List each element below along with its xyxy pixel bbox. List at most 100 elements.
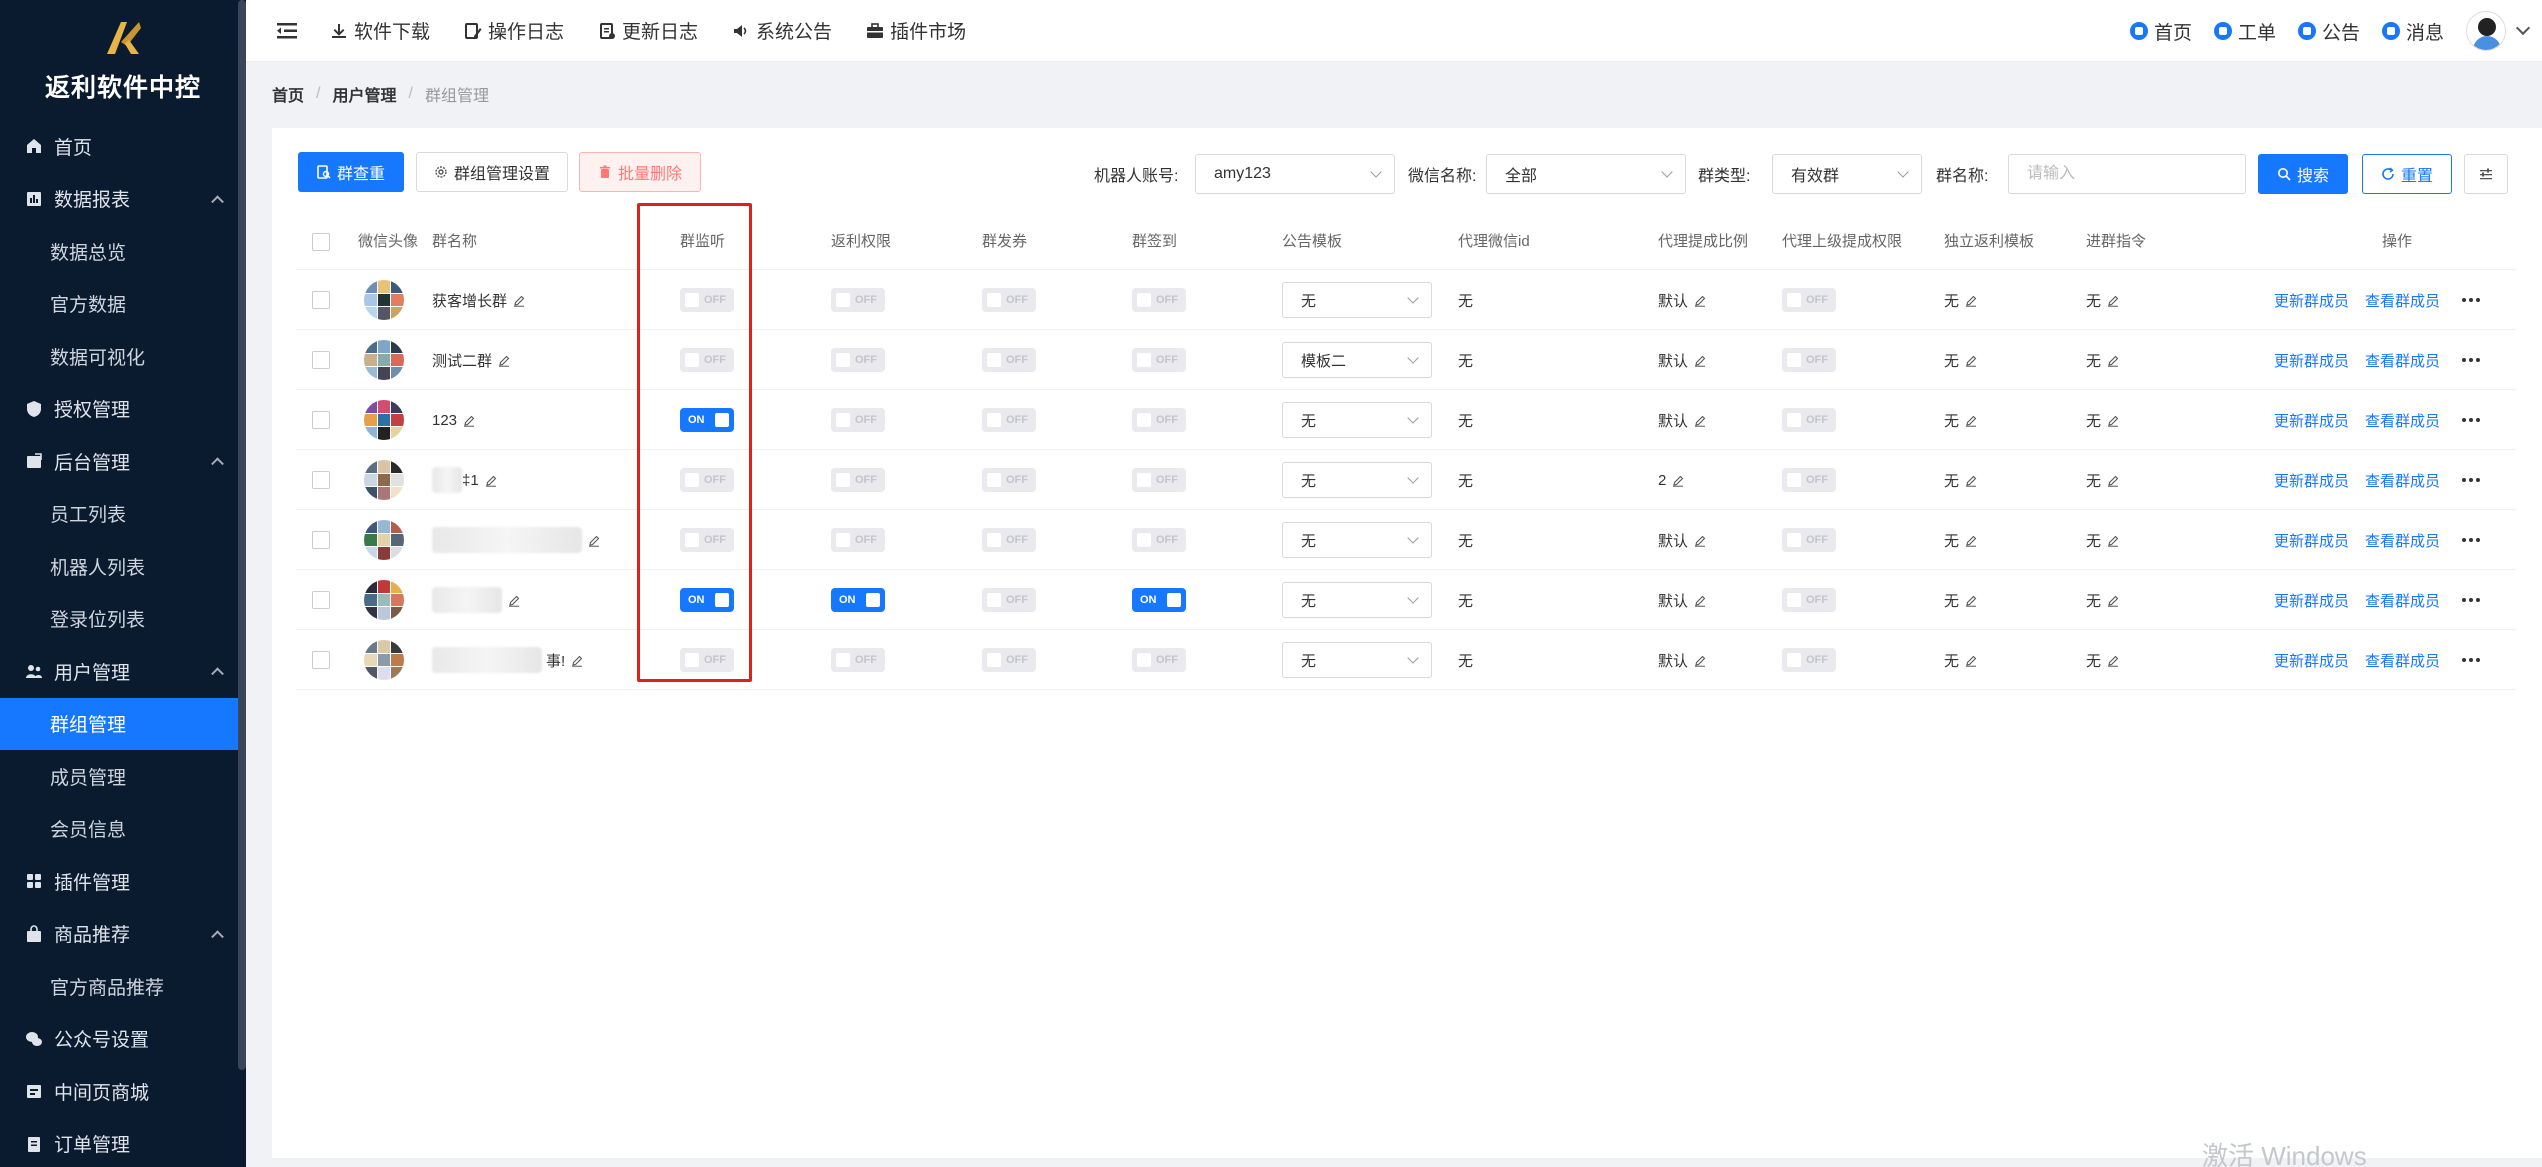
update-members-link[interactable]: 更新群成员: [2274, 590, 2349, 611]
row-checkbox[interactable]: [312, 351, 330, 369]
more-icon[interactable]: [2462, 418, 2481, 422]
edit-icon[interactable]: [1694, 294, 1706, 307]
edit-icon[interactable]: [498, 354, 510, 367]
coupon-switch[interactable]: OFF: [982, 288, 1036, 312]
edit-icon[interactable]: [1965, 414, 1977, 427]
edit-icon[interactable]: [463, 414, 475, 427]
signin-switch[interactable]: OFF: [1132, 468, 1186, 492]
rebate-switch[interactable]: OFF: [831, 288, 885, 312]
edit-icon[interactable]: [571, 654, 583, 667]
sidebar-item-12[interactable]: 成员管理: [0, 750, 246, 803]
sidebar-item-14[interactable]: 插件管理: [0, 855, 246, 908]
sidebar-item-7[interactable]: 员工列表: [0, 488, 246, 541]
select-all-checkbox[interactable]: [312, 233, 330, 251]
monitor-switch[interactable]: ON: [680, 588, 734, 612]
signin-switch[interactable]: OFF: [1132, 348, 1186, 372]
signin-switch[interactable]: OFF: [1132, 528, 1186, 552]
rebate-switch[interactable]: OFF: [831, 648, 885, 672]
wechat-name-select[interactable]: 全部: [1486, 154, 1686, 194]
more-icon[interactable]: [2462, 538, 2481, 542]
template-select[interactable]: 无: [1282, 642, 1432, 678]
update-members-link[interactable]: 更新群成员: [2274, 410, 2349, 431]
more-icon[interactable]: [2462, 478, 2481, 482]
sidebar-item-18[interactable]: 中间页商城: [0, 1065, 246, 1118]
coupon-switch[interactable]: OFF: [982, 648, 1036, 672]
sidebar-item-4[interactable]: 数据可视化: [0, 330, 246, 383]
edit-icon[interactable]: [1672, 474, 1684, 487]
sidebar-item-5[interactable]: 授权管理: [0, 383, 246, 436]
rebate-switch[interactable]: OFF: [831, 528, 885, 552]
header-notice-link[interactable]: 公告: [2297, 18, 2360, 45]
signin-switch[interactable]: OFF: [1132, 288, 1186, 312]
nav-system-notice[interactable]: 系统公告: [732, 17, 832, 44]
edit-icon[interactable]: [1965, 474, 1977, 487]
edit-icon[interactable]: [2107, 354, 2119, 367]
rebate-switch[interactable]: ON: [831, 588, 885, 612]
coupon-switch[interactable]: OFF: [982, 468, 1036, 492]
upper-permission-switch[interactable]: OFF: [1782, 648, 1836, 672]
batch-delete-button[interactable]: 批量删除: [579, 152, 701, 192]
breadcrumb-section[interactable]: 用户管理: [332, 82, 396, 106]
column-filter-button[interactable]: [2464, 154, 2508, 194]
header-home-link[interactable]: 首页: [2129, 18, 2192, 45]
template-select[interactable]: 无: [1282, 522, 1432, 558]
upper-permission-switch[interactable]: OFF: [1782, 288, 1836, 312]
edit-icon[interactable]: [485, 474, 497, 487]
monitor-switch[interactable]: ON: [680, 408, 734, 432]
robot-account-select[interactable]: amy123: [1195, 154, 1395, 194]
sidebar-item-10[interactable]: 用户管理: [0, 645, 246, 698]
group-type-select[interactable]: 有效群: [1772, 154, 1922, 194]
sidebar-item-9[interactable]: 登录位列表: [0, 593, 246, 646]
sidebar-scrollbar[interactable]: [238, 0, 246, 1070]
edit-icon[interactable]: [1965, 654, 1977, 667]
upper-permission-switch[interactable]: OFF: [1782, 468, 1836, 492]
nav-software-download[interactable]: 软件下载: [330, 17, 430, 44]
rebate-switch[interactable]: OFF: [831, 468, 885, 492]
nav-update-log[interactable]: 更新日志: [598, 17, 698, 44]
breadcrumb-home[interactable]: 首页: [272, 82, 304, 106]
more-icon[interactable]: [2462, 598, 2481, 602]
sidebar-item-11[interactable]: 群组管理: [0, 697, 246, 750]
signin-switch[interactable]: OFF: [1132, 408, 1186, 432]
upper-permission-switch[interactable]: OFF: [1782, 528, 1836, 552]
edit-icon[interactable]: [2107, 654, 2119, 667]
update-members-link[interactable]: 更新群成员: [2274, 470, 2349, 491]
group-settings-button[interactable]: 群组管理设置: [416, 152, 568, 192]
template-select[interactable]: 无: [1282, 462, 1432, 498]
row-checkbox[interactable]: [312, 591, 330, 609]
edit-icon[interactable]: [1965, 354, 1977, 367]
row-checkbox[interactable]: [312, 411, 330, 429]
edit-icon[interactable]: [588, 534, 600, 547]
upper-permission-switch[interactable]: OFF: [1782, 588, 1836, 612]
monitor-switch[interactable]: OFF: [680, 528, 734, 552]
rebate-switch[interactable]: OFF: [831, 408, 885, 432]
sidebar-item-17[interactable]: 公众号设置: [0, 1013, 246, 1066]
edit-icon[interactable]: [513, 294, 525, 307]
coupon-switch[interactable]: OFF: [982, 348, 1036, 372]
edit-icon[interactable]: [1965, 294, 1977, 307]
row-checkbox[interactable]: [312, 651, 330, 669]
sidebar-item-2[interactable]: 数据总览: [0, 225, 246, 278]
sidebar-item-8[interactable]: 机器人列表: [0, 540, 246, 593]
sidebar-item-1[interactable]: 数据报表: [0, 173, 246, 226]
upper-permission-switch[interactable]: OFF: [1782, 348, 1836, 372]
update-members-link[interactable]: 更新群成员: [2274, 650, 2349, 671]
view-members-link[interactable]: 查看群成员: [2365, 470, 2440, 491]
row-checkbox[interactable]: [312, 531, 330, 549]
header-message-link[interactable]: 消息: [2381, 18, 2444, 45]
nav-plugin-market[interactable]: 插件市场: [866, 17, 966, 44]
update-members-link[interactable]: 更新群成员: [2274, 530, 2349, 551]
rebate-switch[interactable]: OFF: [831, 348, 885, 372]
row-checkbox[interactable]: [312, 291, 330, 309]
sidebar-item-6[interactable]: 后台管理: [0, 435, 246, 488]
more-icon[interactable]: [2462, 298, 2481, 302]
view-members-link[interactable]: 查看群成员: [2365, 530, 2440, 551]
view-members-link[interactable]: 查看群成员: [2365, 350, 2440, 371]
coupon-switch[interactable]: OFF: [982, 588, 1036, 612]
update-members-link[interactable]: 更新群成员: [2274, 290, 2349, 311]
monitor-switch[interactable]: OFF: [680, 468, 734, 492]
header-ticket-link[interactable]: 工单: [2213, 18, 2276, 45]
template-select[interactable]: 无: [1282, 282, 1432, 318]
sidebar-item-13[interactable]: 会员信息: [0, 803, 246, 856]
monitor-switch[interactable]: OFF: [680, 288, 734, 312]
